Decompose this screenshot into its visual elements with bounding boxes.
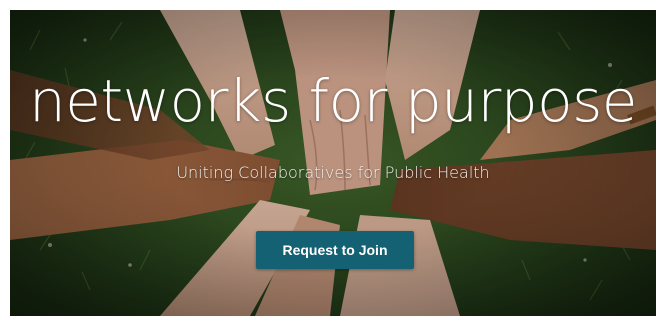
hero-banner: networks for purpose Uniting Collaborati… bbox=[10, 10, 656, 316]
request-to-join-button[interactable]: Request to Join bbox=[256, 231, 414, 269]
page-frame: networks for purpose Uniting Collaborati… bbox=[0, 0, 663, 323]
hero-headline: networks for purpose bbox=[28, 67, 638, 135]
hero-subtitle: Uniting Collaboratives for Public Health bbox=[176, 163, 490, 182]
